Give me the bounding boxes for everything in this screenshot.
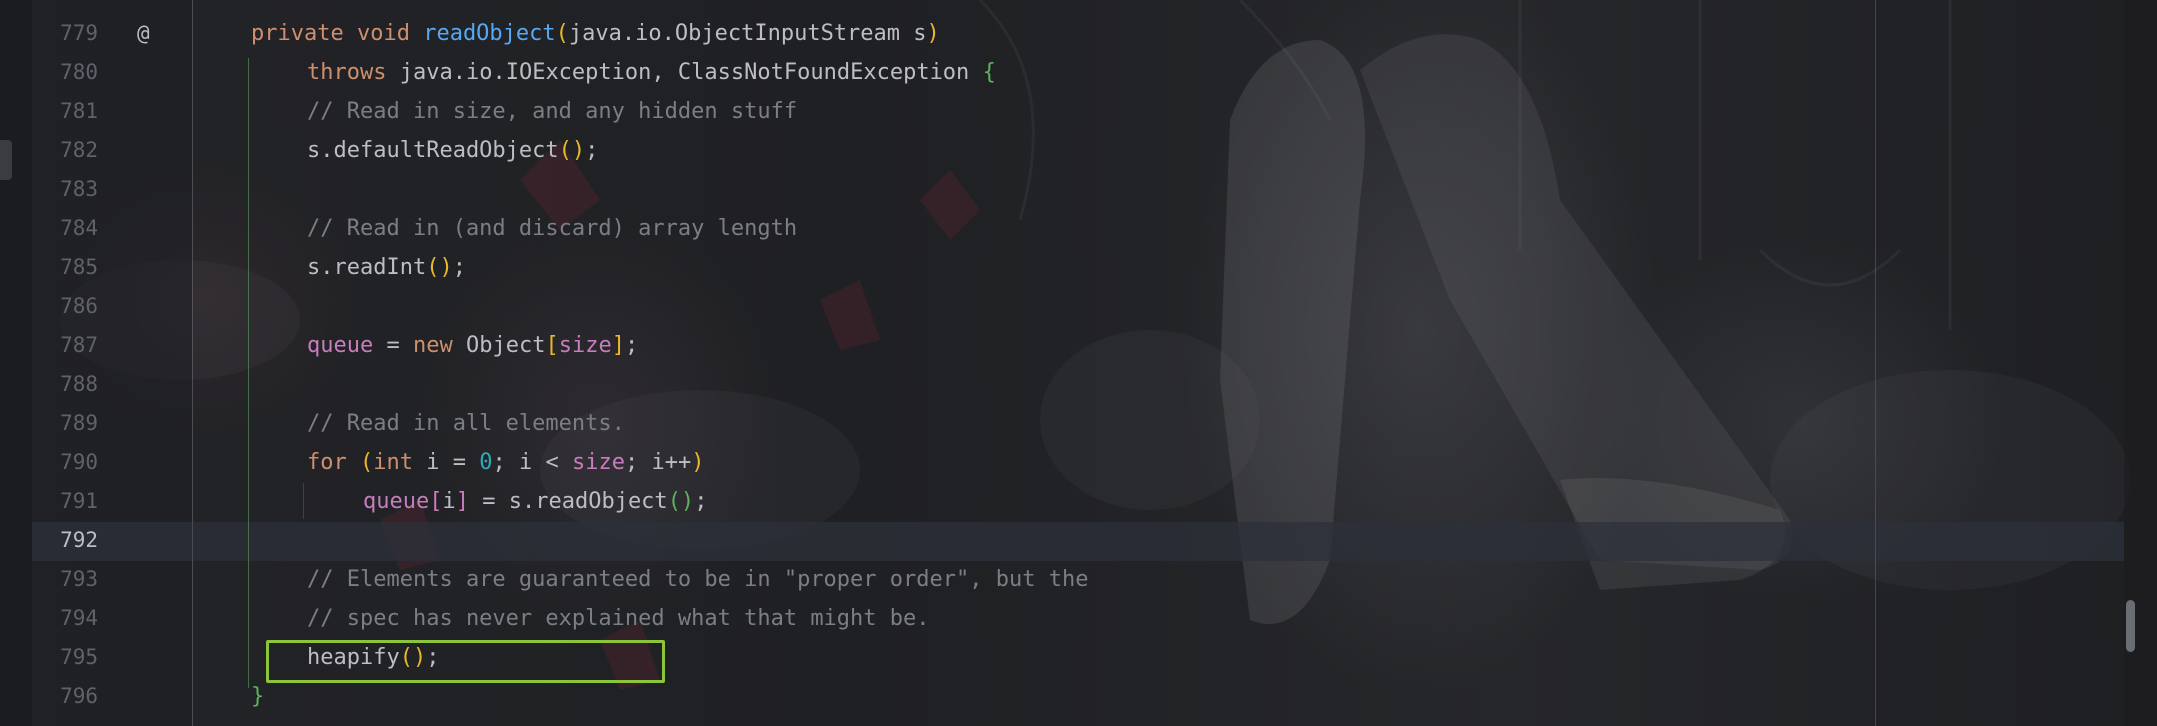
line-number: 795 [60, 645, 98, 669]
token-type: Object [465, 333, 546, 358]
token-type: ClassNotFoundException [677, 60, 970, 85]
code-text[interactable]: for (int i = 0; i < size; i++) [307, 443, 704, 482]
token-var: i [442, 489, 456, 514]
code-text[interactable]: } [251, 677, 264, 716]
line-number: 796 [60, 684, 98, 708]
line-number: 785 [60, 255, 98, 279]
code-text[interactable]: queue = new Object[size]; [307, 326, 638, 365]
token-var: i [519, 450, 533, 475]
token-field: queue [307, 333, 374, 358]
code-line: 785 s.readInt(); [0, 248, 2120, 287]
token-field: size [572, 450, 625, 475]
line-number: 793 [60, 567, 98, 591]
token-param: s [913, 21, 927, 46]
code-line: 789 // Read in all elements. [0, 404, 2120, 443]
token-call: s.readObject [508, 489, 668, 514]
code-comment[interactable]: // Read in all elements. [307, 404, 625, 443]
token-keyword: new [412, 333, 453, 358]
line-number: 783 [60, 177, 98, 201]
line-number: 788 [60, 372, 98, 396]
highlight-annotation-box [266, 640, 665, 683]
token-call: s.readInt [307, 255, 427, 280]
line-number: 791 [60, 489, 98, 513]
token-type: IOException [505, 60, 652, 85]
code-line: 788 [0, 365, 2120, 404]
code-line: 794 // spec has never explained what tha… [0, 599, 2120, 638]
token-type: ObjectInputStream [674, 21, 901, 46]
line-number: 784 [60, 216, 98, 240]
line-number: 786 [60, 294, 98, 318]
code-comment[interactable]: // spec has never explained what that mi… [307, 599, 930, 638]
vertical-scrollbar-thumb[interactable] [2126, 600, 2135, 652]
line-number: 781 [60, 99, 98, 123]
code-text[interactable]: s.readInt(); [307, 248, 466, 287]
code-text[interactable]: throws java.io.IOException, ClassNotFoun… [307, 53, 996, 92]
code-text[interactable]: private void readObject(java.io.ObjectIn… [251, 14, 940, 53]
line-number: 789 [60, 411, 98, 435]
line-number: 794 [60, 606, 98, 630]
code-line: 793 // Elements are guaranteed to be in … [0, 560, 2120, 599]
token-keyword: for [307, 450, 347, 475]
token-keyword: void [356, 21, 410, 46]
code-line: 786 [0, 287, 2120, 326]
line-number: 780 [60, 60, 98, 84]
code-text[interactable]: queue[i] = s.readObject(); [363, 482, 707, 521]
code-comment[interactable]: // Read in (and discard) array length [307, 209, 797, 248]
token-keyword: int [373, 450, 413, 475]
code-line-current: 792 [0, 521, 2120, 560]
line-number: 782 [60, 138, 98, 162]
token-field: size [558, 333, 612, 358]
line-number-current: 792 [60, 528, 98, 552]
code-text[interactable]: s.defaultReadObject(); [307, 131, 598, 170]
code-line: 780 throws java.io.IOException, ClassNot… [0, 53, 2120, 92]
code-line: 779 @ private void readObject(java.io.Ob… [0, 14, 2120, 53]
code-line: 784 // Read in (and discard) array lengt… [0, 209, 2120, 248]
token-operator: < [545, 450, 559, 475]
code-line: 790 for (int i = 0; i < size; i++) [0, 443, 2120, 482]
token-var: i [426, 450, 440, 475]
code-line: 791 queue[i] = s.readObject(); [0, 482, 2120, 521]
token-number: 0 [479, 450, 493, 475]
code-line: 787 queue = new Object[size]; [0, 326, 2120, 365]
line-number: 790 [60, 450, 98, 474]
token-method-name: readObject [423, 21, 556, 46]
line-number: 787 [60, 333, 98, 357]
token-package: java.io. [399, 60, 506, 85]
code-line: 782 s.defaultReadObject(); [0, 131, 2120, 170]
line-number: 779 [60, 21, 98, 45]
code-line: 781 // Read in size, and any hidden stuf… [0, 92, 2120, 131]
override-marker-icon[interactable]: @ [137, 14, 150, 53]
token-keyword: private [251, 21, 344, 46]
code-line: 783 [0, 170, 2120, 209]
token-var: i++ [651, 450, 692, 475]
code-comment[interactable]: // Elements are guaranteed to be in "pro… [307, 560, 1088, 599]
token-package: java.io. [568, 21, 675, 46]
token-keyword: throws [307, 60, 387, 85]
token-field: queue [363, 489, 430, 514]
token-call: s.defaultReadObject [307, 138, 559, 163]
code-comment[interactable]: // Read in size, and any hidden stuff [307, 92, 797, 131]
code-editor[interactable]: 779 @ private void readObject(java.io.Ob… [0, 0, 2157, 726]
